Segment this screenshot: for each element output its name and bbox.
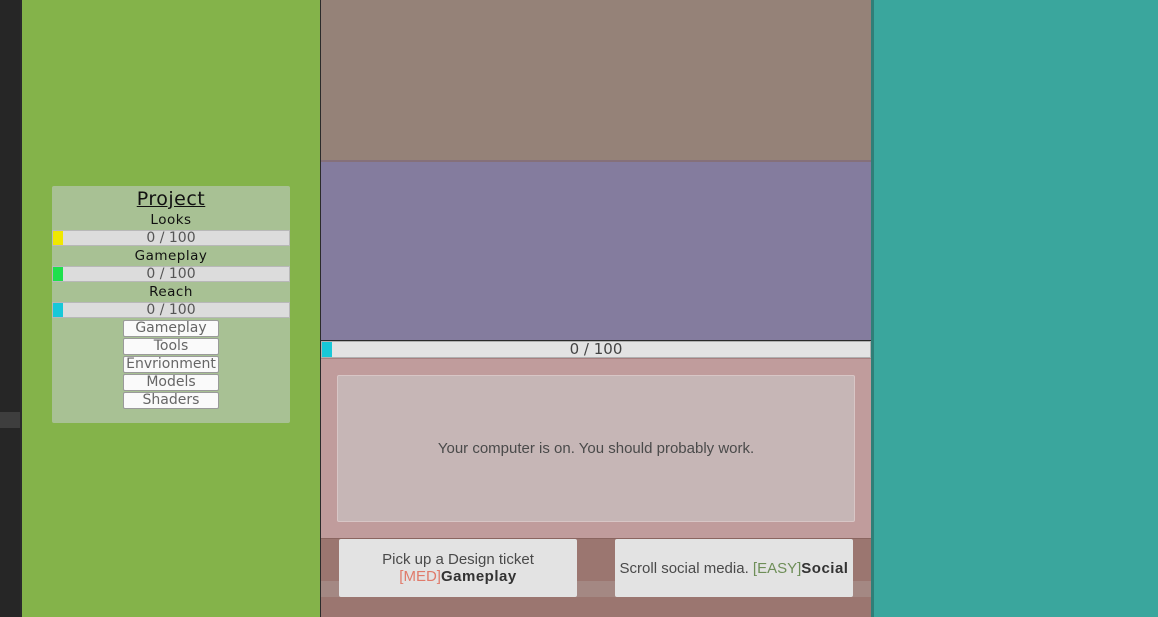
design-ticket-button[interactable]: Pick up a Design ticket [MED]Gameplay [339, 539, 577, 597]
looks-progress-text: 0 / 100 [146, 230, 196, 246]
right-panel [874, 0, 1158, 617]
scene-top-area [321, 0, 871, 160]
difficulty-med: [MED] [399, 568, 441, 585]
looks-progress-bar: 0 / 100 [52, 230, 290, 246]
design-ticket-text: Pick up a Design ticket [382, 551, 534, 568]
difficulty-easy: [EASY] [752, 559, 802, 577]
scene-monitor-area [321, 162, 871, 340]
social-media-button[interactable]: Scroll social media. [EASY] Social [615, 539, 853, 597]
design-ticket-tag: [MED]Gameplay [399, 568, 516, 585]
social-task-text: Scroll social media. [619, 559, 749, 577]
shaders-button[interactable]: Shaders [123, 392, 219, 409]
looks-label: Looks [150, 212, 192, 228]
models-button[interactable]: Models [123, 374, 219, 391]
category-social: Social [801, 559, 849, 577]
work-progress-text: 0 / 100 [569, 340, 623, 358]
message-text: Your computer is on. You should probably… [437, 440, 755, 457]
left-edge-panel [0, 0, 20, 617]
category-gameplay: Gameplay [440, 568, 517, 585]
gameplay-progress-bar: 0 / 100 [52, 266, 290, 282]
left-edge-marker [0, 412, 20, 428]
project-card: Project Looks 0 / 100 Gameplay 0 / 100 R… [52, 186, 290, 423]
work-progress-bar: 0 / 100 [321, 341, 871, 358]
environment-button[interactable]: Envrionment [123, 356, 219, 373]
gameplay-label: Gameplay [134, 248, 208, 264]
gameplay-button[interactable]: Gameplay [123, 320, 219, 337]
gameplay-progress-text: 0 / 100 [146, 266, 196, 282]
reach-label: Reach [149, 284, 193, 300]
project-title: Project [136, 188, 206, 210]
reach-progress-text: 0 / 100 [146, 302, 196, 318]
tools-button[interactable]: Tools [123, 338, 219, 355]
reach-progress-bar: 0 / 100 [52, 302, 290, 318]
message-box: Your computer is on. You should probably… [337, 375, 855, 522]
